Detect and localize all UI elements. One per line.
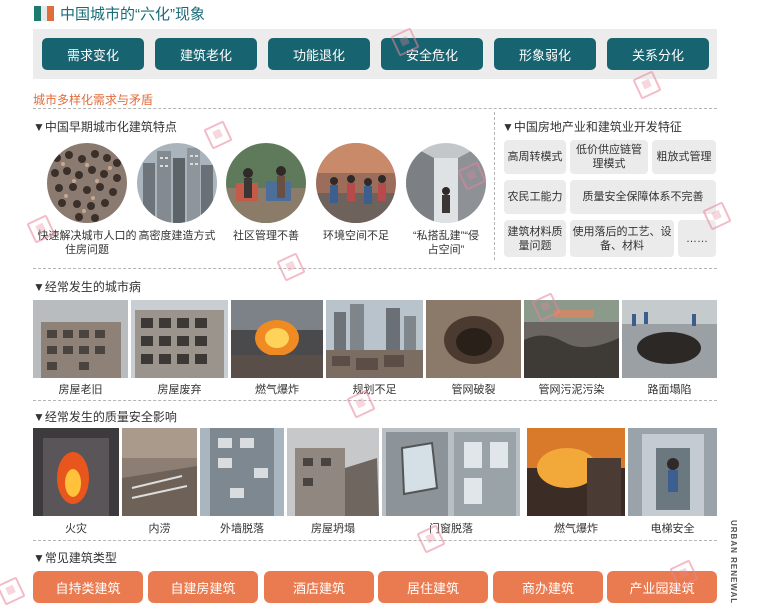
caption-facade-falling: 外墙脱落	[220, 523, 264, 535]
street-market-photo-icon	[226, 143, 306, 223]
phenomenon-demand-change: 需求变化	[42, 38, 144, 70]
real-estate-heading: ▼中国房地产业和建筑业开发特征	[502, 120, 682, 134]
caption-gas-explosion-2: 燃气爆炸	[554, 523, 598, 535]
feature-worker-ability: 农民工能力	[504, 180, 566, 214]
facade-falling-photo-icon	[200, 428, 284, 516]
highrise-photo-icon	[137, 143, 217, 223]
flooding-photo-icon	[122, 428, 197, 516]
abandoned-building-photo-icon	[131, 300, 228, 378]
type-commercial-office: 商办建筑	[493, 571, 603, 603]
feature-material-quality: 建筑材料质量问题	[504, 220, 566, 257]
building-types-heading: ▼常见建筑类型	[33, 551, 117, 565]
quality-safety-heading: ▼经常发生的质量安全影响	[33, 410, 177, 424]
watermark-icon	[203, 120, 233, 150]
caption-flooding: 内涝	[148, 523, 171, 535]
crowd-photo-icon	[47, 143, 127, 223]
caption-gas-explosion: 燃气爆炸	[255, 384, 299, 396]
divider	[33, 400, 717, 401]
type-residential: 居住建筑	[378, 571, 488, 603]
divider	[494, 112, 495, 260]
divider	[33, 108, 717, 109]
type-industrial-park: 产业园建筑	[607, 571, 717, 603]
early-urbanization-heading: ▼中国早期城市化建筑特点	[33, 120, 177, 134]
caption-house-collapse: 房屋坍塌	[311, 523, 355, 535]
watermark-icon	[0, 576, 26, 606]
type-hotel: 酒店建筑	[264, 571, 374, 603]
caption-illegal-construction: “私搭乱建”“侵占空间”	[413, 230, 479, 256]
phenomenon-image-weakening: 形象弱化	[494, 38, 596, 70]
phenomenon-function-decline: 功能退化	[268, 38, 370, 70]
divider	[33, 540, 717, 541]
caption-elevator-safety: 电梯安全	[650, 523, 695, 535]
caption-fire: 火灾	[65, 523, 87, 535]
caption-road-collapse: 路面塌陷	[647, 384, 692, 396]
caption-insufficient-planning: 规划不足	[352, 384, 397, 396]
pipe-burst-photo-icon	[426, 300, 521, 378]
flag-icon	[34, 6, 55, 21]
feature-outdated-process: 使用落后的工艺、设备、材料	[570, 220, 674, 257]
old-building-photo-icon	[33, 300, 128, 378]
gas-explosion-photo-icon	[527, 428, 625, 516]
page-title: 中国城市的“六化”现象	[60, 6, 205, 23]
caption-sludge-pollution: 管网污泥污染	[538, 384, 605, 396]
phenomenon-building-aging: 建筑老化	[155, 38, 257, 70]
urban-diseases-heading: ▼经常发生的城市病	[33, 280, 141, 294]
caption-pipe-burst: 管网破裂	[451, 384, 496, 396]
window-falling-photo-icon	[382, 428, 520, 516]
caption-window-falling: 门窗脱落	[429, 523, 473, 535]
watermark-icon	[276, 252, 306, 282]
house-collapse-photo-icon	[287, 428, 379, 516]
poor-planning-photo-icon	[326, 300, 423, 378]
caption-community-management: 社区管理不善	[233, 230, 299, 242]
elevator-safety-photo-icon	[628, 428, 717, 516]
section-subtitle: 城市多样化需求与矛盾	[33, 93, 154, 107]
feature-low-cost-supply: 低价供应链管理模式	[570, 140, 648, 174]
caption-old-houses: 房屋老旧	[58, 384, 103, 396]
caption-high-density: 高密度建造方式	[138, 230, 216, 242]
feature-extensive-management: 粗放式管理	[652, 140, 716, 174]
caption-space-shortage: 环境空间不足	[323, 230, 389, 242]
feature-high-turnover: 高周转模式	[504, 140, 566, 174]
gas-explosion-photo-icon	[231, 300, 323, 378]
fire-photo-icon	[33, 428, 119, 516]
caption-abandoned-houses: 房屋废弃	[157, 384, 202, 396]
side-label: URBAN RENEWAL	[729, 520, 738, 605]
divider	[33, 268, 717, 269]
type-self-built: 自建房建筑	[148, 571, 258, 603]
feature-quality-system: 质量安全保障体系不完善	[570, 180, 716, 214]
crowded-street-photo-icon	[316, 143, 396, 223]
road-collapse-photo-icon	[622, 300, 717, 378]
type-self-held: 自持类建筑	[33, 571, 143, 603]
phenomenon-relation-divide: 关系分化	[607, 38, 709, 70]
